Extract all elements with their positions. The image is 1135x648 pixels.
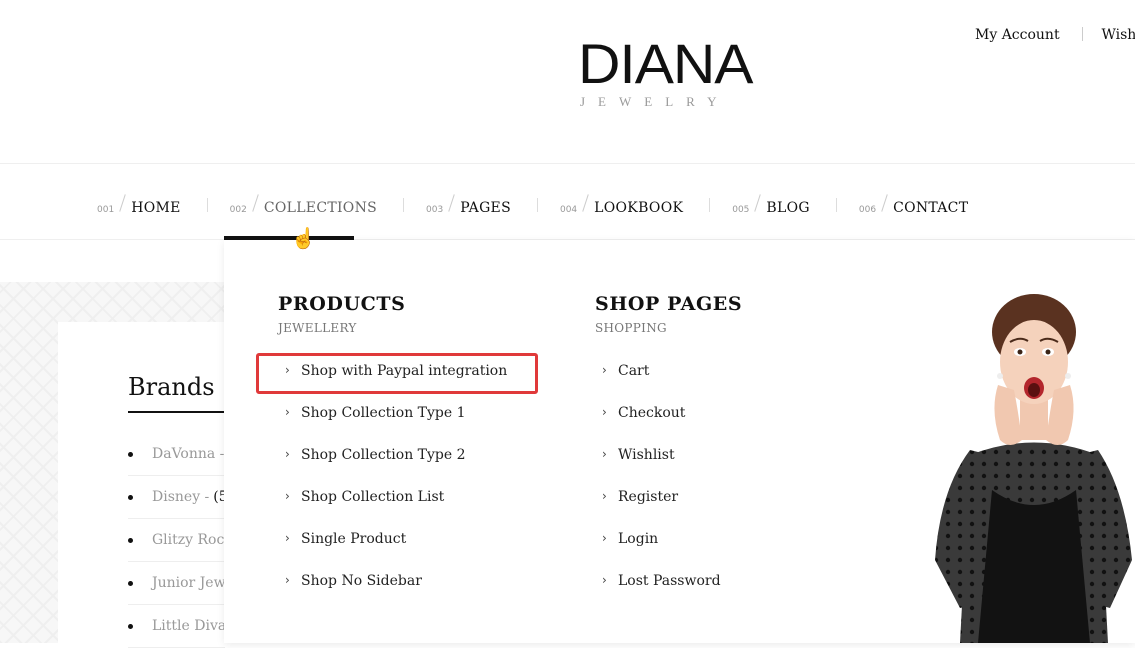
nav-active-indicator [224,236,354,240]
model-photo [935,294,1132,643]
nav-item-home[interactable]: 001 HOME [97,194,181,216]
nav-slash [119,194,126,212]
top-links-divider [1082,27,1084,41]
brand-item[interactable]: Glitzy Rock [128,519,225,562]
menu-item-checkout[interactable]: › Checkout [595,405,742,447]
menu-item-shop-collection-type-1[interactable]: › Shop Collection Type 1 [278,405,507,447]
chevron-right-icon: › [602,573,607,587]
shop-pages-subtitle: SHOPPING [595,321,667,335]
menu-item-label: Cart [618,363,650,379]
site-logo[interactable]: DIANA JEWELRY [578,36,758,110]
nav-number: 002 [229,205,247,215]
logo-brand: DIANA [578,32,754,95]
brand-name: Junior Jew [152,575,225,591]
nav-number: 001 [97,205,115,215]
nav-number: 006 [858,205,877,215]
chevron-right-icon: › [602,531,607,545]
menu-item-label: Shop Collection Type 2 [301,447,466,463]
nav-slash [754,194,762,212]
shop-pages-title: SHOP PAGES [595,293,743,315]
brand-item[interactable]: Little Diva [128,605,225,648]
wishlist-link[interactable]: Wishlis [1101,27,1135,43]
nav-slash [448,194,455,212]
menu-item-label: Single Product [301,531,407,547]
brand-item[interactable]: Junior Jew [128,562,225,605]
chevron-right-icon: › [285,405,290,419]
menu-item-register[interactable]: › Register [595,489,742,531]
nav-number: 004 [559,205,578,215]
menu-item-label: Login [618,531,659,547]
products-column: PRODUCTS JEWELLERY › Shop with Paypal int… [278,293,507,615]
menu-item-label: Shop Collection Type 1 [301,405,466,421]
chevron-right-icon: › [602,363,607,377]
menu-item-shop-collection-type-2[interactable]: › Shop Collection Type 2 [278,447,507,489]
chevron-right-icon: › [602,489,607,503]
menu-item-single-product[interactable]: › Single Product [278,531,507,573]
brands-heading-underline [128,411,225,413]
brand-name: Little Diva [152,618,225,634]
nav-item-collections[interactable]: 002 COLLECTIONS [230,194,377,216]
chevron-right-icon: › [602,405,607,419]
nav-label: PAGES [460,200,511,216]
nav-label: LOOKBOOK [594,200,684,216]
top-links: My Account Wishlis [975,27,1135,43]
brands-list: DaVonna - Disney -(5 Glitzy Rock Junior … [128,433,225,648]
hand-cursor-icon: ☝ [291,226,316,250]
nav-item-contact[interactable]: 006 CONTACT [859,194,968,216]
chevron-right-icon: › [602,447,607,461]
my-account-link[interactable]: My Account [975,27,1060,43]
main-nav: 001 HOME 002 COLLECTIONS 003 PAGES 004 L… [97,194,968,216]
brands-heading: Brands [128,373,215,401]
products-list: › Shop with Paypal integration › Shop Coll… [278,363,507,615]
nav-divider [835,198,837,212]
nav-item-lookbook[interactable]: 004 LOOKBOOK [560,194,683,216]
brand-item[interactable]: Disney -(5 [128,476,225,519]
chevron-right-icon: › [285,573,290,587]
menu-item-shop-collection-list[interactable]: › Shop Collection List [278,489,507,531]
chevron-right-icon: › [285,489,290,503]
nav-item-blog[interactable]: 005 BLOG [732,194,810,216]
menu-item-cart[interactable]: › Cart [595,363,742,405]
brand-name: DaVonna - [152,446,225,462]
menu-item-label: Shop No Sidebar [301,573,422,589]
menu-item-label: Checkout [618,405,686,421]
shop-pages-column: SHOP PAGES SHOPPING › Cart › Checkout › Wis… [595,293,742,615]
menu-item-label: Shop Collection List [301,489,445,505]
nav-label: HOME [131,200,181,216]
menu-item-label: Wishlist [618,447,675,463]
menu-item-lost-password[interactable]: › Lost Password [595,573,742,615]
nav-slash [881,194,888,212]
menu-item-label: Lost Password [618,573,721,589]
nav-slash [582,194,589,212]
nav-item-pages[interactable]: 003 PAGES [426,194,511,216]
highlight-box [256,353,538,394]
brand-name: Glitzy Rock [152,532,225,548]
chevron-right-icon: › [285,447,290,461]
menu-item-shop-no-sidebar[interactable]: › Shop No Sidebar [278,573,507,615]
nav-number: 003 [426,205,444,215]
nav-label: COLLECTIONS [263,200,378,216]
chevron-right-icon: › [285,531,290,545]
menu-item-label: Register [618,489,679,505]
nav-divider [403,198,405,212]
nav-label: CONTACT [893,200,969,216]
nav-divider [206,198,208,212]
logo-subtitle: JEWELRY [580,94,730,109]
nav-label: BLOG [766,200,810,216]
brand-item[interactable]: DaVonna - [128,433,225,476]
nav-slash [252,194,259,212]
nav-number: 005 [732,205,750,215]
main-nav-bar: 001 HOME 002 COLLECTIONS 003 PAGES 004 L… [0,163,1135,240]
shop-pages-list: › Cart › Checkout › Wishlist › Register › Log… [595,363,742,615]
menu-item-login[interactable]: › Login [595,531,742,573]
nav-divider [709,198,711,212]
products-subtitle: JEWELLERY [278,321,357,335]
menu-item-wishlist[interactable]: › Wishlist [595,447,742,489]
brand-name: Disney - [152,489,210,505]
nav-divider [536,198,538,212]
products-title: PRODUCTS [278,293,406,315]
